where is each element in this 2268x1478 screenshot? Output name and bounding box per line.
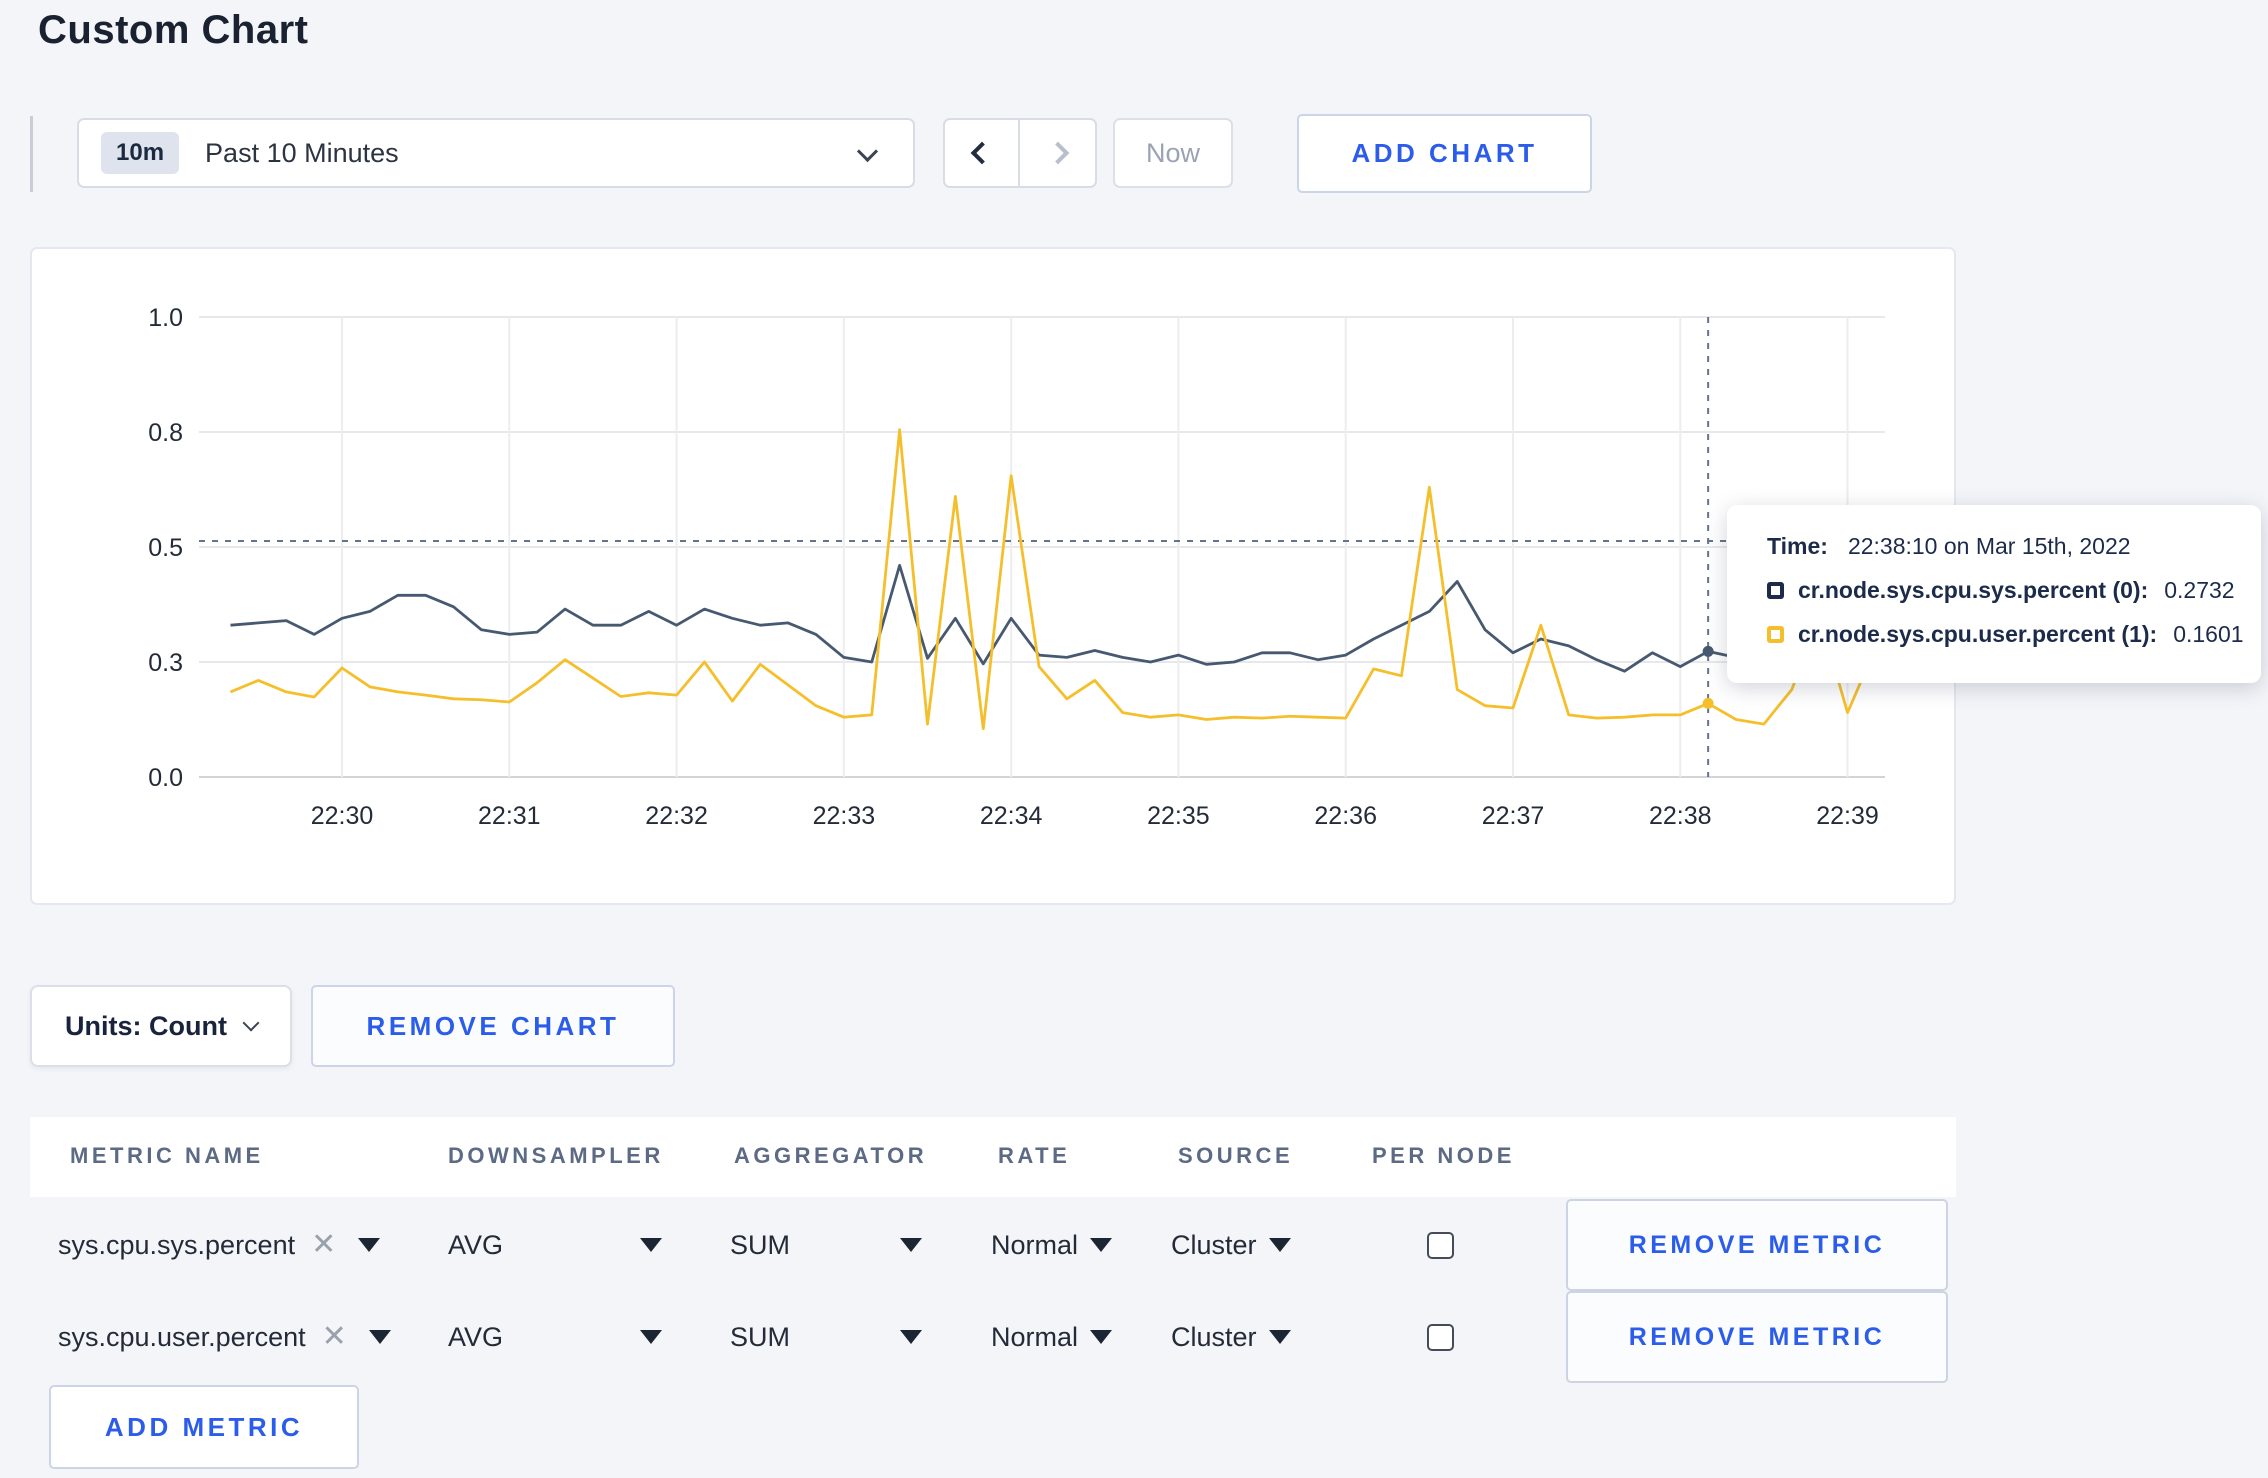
svg-text:22:35: 22:35 [1147,802,1210,830]
controls-left-divider [30,116,33,192]
time-range-label: Past 10 Minutes [205,137,399,168]
chevron-right-icon [1046,141,1069,165]
per-node-checkbox[interactable] [1427,1323,1454,1351]
remove-metric-button[interactable]: REMOVE METRIC [1566,1199,1948,1291]
svg-text:22:30: 22:30 [311,802,374,830]
svg-text:22:31: 22:31 [478,802,541,830]
tooltip-time-label: Time: [1767,533,1828,559]
sys-series-swatch-icon [1767,582,1784,599]
time-next-button[interactable] [1020,120,1095,186]
timeseries-chart[interactable]: 1.0 0.8 0.5 0.3 0.0 22:30 22:31 22:32 22:33 22:34… [32,249,1958,907]
source-dropdown[interactable]: Cluster [1171,1291,1291,1383]
tooltip-series-value: 0.1601 [2173,621,2244,647]
svg-text:22:32: 22:32 [645,802,708,830]
col-header-rate: RATE [998,1143,1071,1168]
svg-text:0.5: 0.5 [148,534,183,562]
col-header-source: SOURCE [1178,1143,1294,1168]
units-dropdown[interactable]: Units: Count [30,985,292,1067]
metric-row: sys.cpu.sys.percent ✕ AVG SUM Normal Clu… [30,1199,1956,1291]
now-button[interactable]: Now [1113,118,1233,188]
rate-dropdown[interactable]: Normal [991,1199,1113,1291]
chart-tooltip: Time: 22:38:10 on Mar 15th, 2022 cr.node… [1727,505,2261,683]
tooltip-time-row: Time: 22:38:10 on Mar 15th, 2022 [1767,533,2261,560]
aggregator-dropdown[interactable]: SUM [730,1199,922,1291]
tooltip-series-label: cr.node.sys.cpu.sys.percent (0): [1798,577,2149,603]
per-node-checkbox[interactable] [1427,1231,1454,1259]
chevron-down-icon [856,140,879,163]
chevron-down-icon [242,1014,260,1032]
aggregator-dropdown[interactable]: SUM [730,1291,922,1383]
caret-down-icon [900,1238,922,1252]
chevron-left-icon [970,141,993,165]
svg-text:0.8: 0.8 [148,419,183,447]
chart-card: 1.0 0.8 0.5 0.3 0.0 22:30 22:31 22:32 22:33 22:34… [30,247,2261,907]
time-range-dropdown[interactable]: 10m Past 10 Minutes [77,118,915,188]
svg-text:22:36: 22:36 [1314,802,1377,830]
caret-down-icon [1268,1238,1291,1252]
col-header-metric-name: METRIC NAME [70,1143,264,1168]
caret-down-icon [368,1330,391,1344]
caret-down-icon [900,1330,922,1344]
svg-text:0.0: 0.0 [148,764,183,792]
svg-text:22:39: 22:39 [1816,802,1879,830]
svg-text:22:33: 22:33 [813,802,876,830]
metric-name-dropdown[interactable]: sys.cpu.sys.percent ✕ [58,1199,381,1291]
page-title: Custom Chart [38,8,309,52]
col-header-downsampler: DOWNSAMPLER [448,1143,664,1168]
caret-down-icon [1090,1330,1113,1344]
col-header-aggregator: AGGREGATOR [734,1143,928,1168]
svg-text:22:34: 22:34 [980,802,1043,830]
units-label: Units: Count [65,1010,227,1041]
remove-metric-x-icon[interactable]: ✕ [311,1230,336,1260]
metric-table-header: METRIC NAME DOWNSAMPLER AGGREGATOR RATE … [30,1117,1956,1197]
remove-chart-button[interactable]: REMOVE CHART [311,985,675,1067]
caret-down-icon [358,1238,381,1252]
add-metric-button[interactable]: ADD METRIC [49,1385,359,1469]
time-range-badge: 10m [101,132,180,174]
time-page-group [943,118,1097,188]
tooltip-series-row: cr.node.sys.cpu.user.percent (1): 0.1601 [1767,621,2261,648]
caret-down-icon [1090,1238,1113,1252]
source-dropdown[interactable]: Cluster [1171,1199,1291,1291]
tooltip-time-value: 22:38:10 on Mar 15th, 2022 [1847,533,2131,559]
tooltip-series-label: cr.node.sys.cpu.user.percent (1): [1798,621,2158,647]
add-chart-button[interactable]: ADD CHART [1297,114,1592,193]
svg-text:22:38: 22:38 [1649,802,1712,830]
tooltip-series-row: cr.node.sys.cpu.sys.percent (0): 0.2732 [1767,577,2261,604]
metric-row: sys.cpu.user.percent ✕ AVG SUM Normal Cl… [30,1291,1956,1383]
metric-name-dropdown[interactable]: sys.cpu.user.percent ✕ [58,1291,391,1383]
col-header-per-node: PER NODE [1372,1143,1515,1168]
remove-metric-button[interactable]: REMOVE METRIC [1566,1291,1948,1383]
svg-text:1.0: 1.0 [148,304,183,332]
caret-down-icon [640,1238,662,1252]
svg-text:22:37: 22:37 [1482,802,1545,830]
caret-down-icon [1268,1330,1291,1344]
user-series-swatch-icon [1767,626,1784,643]
time-prev-button[interactable] [945,120,1020,186]
downsampler-dropdown[interactable]: AVG [448,1291,662,1383]
rate-dropdown[interactable]: Normal [991,1291,1113,1383]
remove-metric-x-icon[interactable]: ✕ [322,1322,347,1352]
downsampler-dropdown[interactable]: AVG [448,1199,662,1291]
tooltip-series-value: 0.2732 [2164,577,2235,603]
caret-down-icon [640,1330,662,1344]
svg-text:0.3: 0.3 [148,649,183,677]
